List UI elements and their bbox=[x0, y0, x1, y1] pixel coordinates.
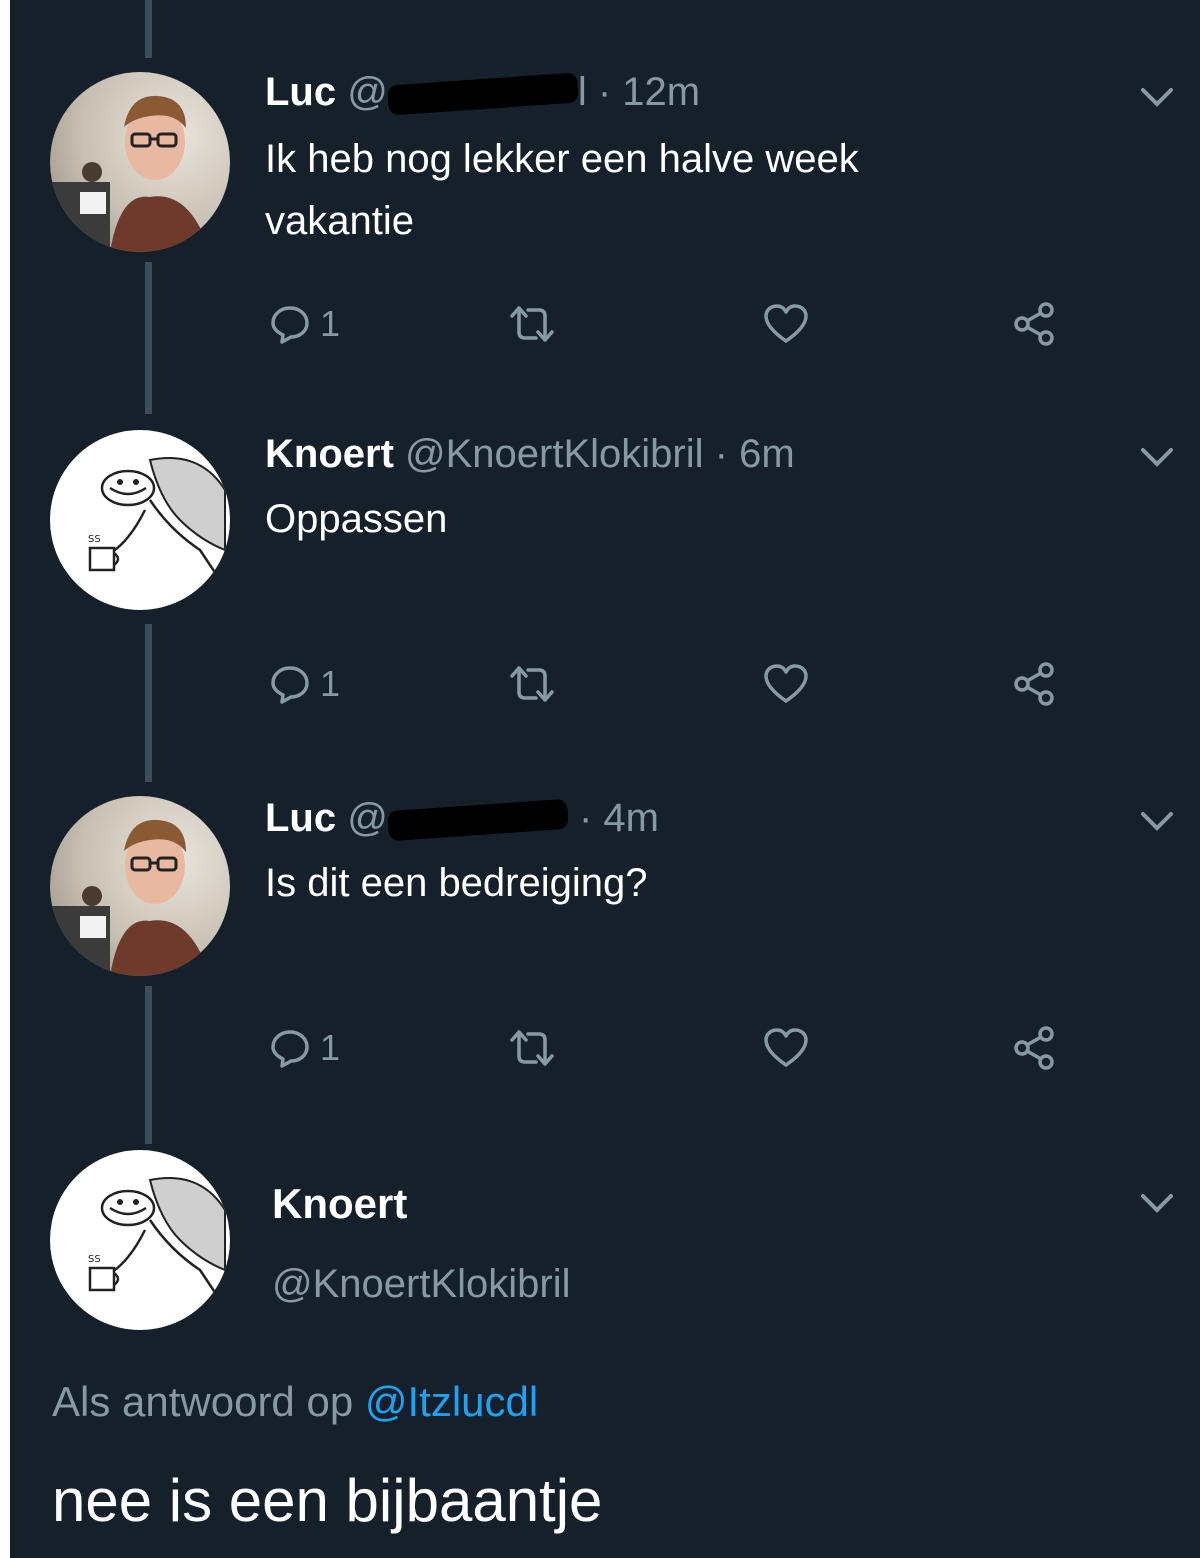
redaction-scribble bbox=[387, 72, 579, 117]
retweet-button[interactable] bbox=[506, 1020, 558, 1076]
focused-tweet-text: nee is een bijbaantje bbox=[52, 1467, 603, 1534]
trollface-sketch-icon: SS bbox=[88, 457, 226, 581]
heart-icon bbox=[764, 304, 808, 343]
tweet-header: Luc @ l · 12m bbox=[265, 70, 700, 117]
luc-photo-icon bbox=[50, 95, 210, 252]
avatar[interactable] bbox=[50, 72, 230, 252]
svg-text:SS: SS bbox=[88, 1254, 101, 1265]
thread-line bbox=[145, 262, 152, 414]
author-name[interactable]: Luc bbox=[265, 70, 336, 114]
retweet-icon bbox=[510, 1030, 554, 1066]
retweet-icon bbox=[510, 666, 554, 702]
author-handle[interactable]: @KnoertKlokibril bbox=[405, 432, 704, 476]
chevron-down-icon[interactable] bbox=[1137, 806, 1177, 836]
share-button[interactable] bbox=[1010, 656, 1058, 712]
focused-author-name[interactable]: Knoert bbox=[272, 1180, 407, 1228]
trollface-sketch-icon: SS bbox=[88, 1177, 226, 1301]
focused-author-handle[interactable]: @KnoertKlokibril bbox=[272, 1262, 571, 1307]
share-button[interactable] bbox=[1010, 1020, 1058, 1076]
share-icon bbox=[1014, 302, 1054, 346]
heart-icon bbox=[764, 664, 808, 703]
tweet-header: Knoert @KnoertKlokibril · 6m bbox=[265, 432, 795, 477]
luc-photo-icon bbox=[50, 819, 210, 976]
redaction-scribble bbox=[387, 799, 569, 842]
reply-icon bbox=[271, 306, 309, 344]
tweet-time[interactable]: · 12m bbox=[598, 70, 700, 114]
avatar[interactable]: SS bbox=[50, 1150, 230, 1330]
tweet-text-line: vakantie bbox=[265, 199, 414, 243]
avatar[interactable] bbox=[50, 796, 230, 976]
thread-line bbox=[145, 624, 152, 782]
reply-button[interactable]: 1 bbox=[268, 1020, 340, 1076]
author-handle[interactable]: @ bbox=[347, 796, 569, 842]
author-name[interactable]: Knoert bbox=[265, 432, 394, 476]
retweet-button[interactable] bbox=[506, 296, 558, 352]
like-button[interactable] bbox=[762, 1020, 810, 1076]
author-handle[interactable]: @ l bbox=[347, 70, 587, 117]
like-button[interactable] bbox=[762, 296, 810, 352]
reply-icon bbox=[271, 666, 309, 704]
reply-icon bbox=[271, 1030, 309, 1068]
heart-icon bbox=[764, 1028, 808, 1067]
tweet-text-line: Ik heb nog lekker een halve week bbox=[265, 137, 859, 181]
like-button[interactable] bbox=[762, 656, 810, 712]
tweet-text-line: Is dit een bedreiging? bbox=[265, 861, 648, 905]
avatar[interactable]: SS bbox=[50, 430, 230, 610]
chevron-down-icon[interactable] bbox=[1137, 1188, 1177, 1218]
chevron-down-icon[interactable] bbox=[1137, 442, 1177, 472]
retweet-button[interactable] bbox=[506, 656, 558, 712]
reply-context: Als antwoord op @Itzlucdl bbox=[52, 1378, 538, 1426]
tweet-text: Is dit een bedreiging? bbox=[265, 852, 1025, 914]
share-icon bbox=[1014, 1026, 1054, 1070]
share-icon bbox=[1014, 662, 1054, 706]
tweet-text-line: Oppassen bbox=[265, 497, 448, 541]
thread-line bbox=[145, 0, 152, 58]
reply-count: 1 bbox=[320, 1027, 341, 1068]
thread-line bbox=[145, 986, 152, 1144]
retweet-icon bbox=[510, 306, 554, 342]
tweet-time[interactable]: · 6m bbox=[715, 432, 795, 476]
chevron-down-icon[interactable] bbox=[1137, 82, 1177, 112]
reply-count: 1 bbox=[320, 303, 341, 344]
reply-button[interactable]: 1 bbox=[268, 656, 340, 712]
tweet-text: Oppassen bbox=[265, 488, 1025, 550]
reply-button[interactable]: 1 bbox=[268, 296, 340, 352]
tweet-thread: Luc @ l · 12m Ik heb nog lekker een halve… bbox=[10, 0, 1200, 1558]
tweet-header: Luc @ · 4m bbox=[265, 796, 659, 842]
reply-count: 1 bbox=[320, 663, 341, 704]
reply-context-label: Als antwoord op bbox=[52, 1378, 354, 1425]
author-name[interactable]: Luc bbox=[265, 796, 336, 840]
tweet-text: Ik heb nog lekker een halve week vakanti… bbox=[265, 128, 1025, 252]
share-button[interactable] bbox=[1010, 296, 1058, 352]
tweet-time[interactable]: · 4m bbox=[579, 796, 659, 840]
reply-mention-link[interactable]: @Itzlucdl bbox=[365, 1378, 538, 1425]
svg-text:SS: SS bbox=[88, 534, 101, 545]
